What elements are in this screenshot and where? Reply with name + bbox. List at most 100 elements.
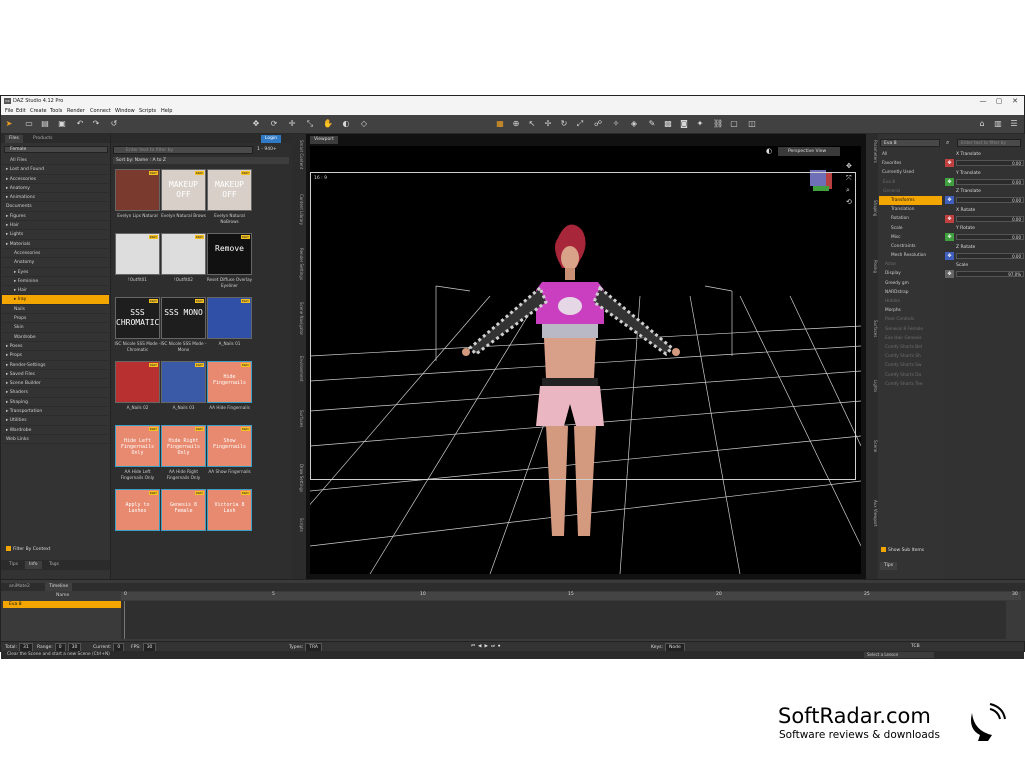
parameter-slider[interactable]: Y Rotate ✥ 0.00 <box>944 226 1025 244</box>
tab-products[interactable]: Products <box>29 135 56 143</box>
joint-icon[interactable]: ✧ <box>611 119 621 129</box>
property-group[interactable]: Comfy Shorts Sh <box>879 352 942 361</box>
timeline-row-eva[interactable]: Eva 8 <box>3 601 121 608</box>
content-item[interactable]: IRAY Evelyn Lips Natural <box>115 169 160 229</box>
tree-item[interactable]: Props <box>2 314 109 324</box>
maximize-button[interactable]: ▢ <box>992 97 1006 105</box>
side-tab[interactable]: Shaping <box>868 200 878 216</box>
tree-item[interactable]: ▸ Utilities <box>2 416 109 426</box>
property-group[interactable]: Mesh Resolution <box>879 251 942 260</box>
tree-item[interactable]: ▸ Iray <box>2 295 109 305</box>
property-group[interactable]: Transforms <box>879 195 942 206</box>
parameter-value[interactable]: 0.00 <box>956 160 1024 166</box>
content-item[interactable]: IRAY Show Fingernails AA Show Fingernails <box>207 425 252 485</box>
undo-icon[interactable]: ↶ <box>75 119 85 129</box>
side-tab[interactable]: Surfaces <box>868 320 878 337</box>
content-item[interactable]: IRAY SSS MONO ISC Nicole SSS Mode - Mono <box>161 297 206 357</box>
tree-item[interactable]: ▸ Feminine <box>2 277 109 287</box>
tree-item[interactable]: ▸ Hair <box>2 221 109 231</box>
content-item[interactable]: IRAY Remove Reset Diffuse Overlay Eyeliner <box>207 233 252 293</box>
workspace-icon[interactable]: ☰ <box>1009 119 1019 129</box>
side-tab[interactable]: Aux Viewport <box>868 500 878 527</box>
side-tab[interactable]: Content Library <box>294 194 304 225</box>
content-item[interactable]: IRAY !Outfit02 <box>161 233 206 293</box>
filter-all[interactable]: All <box>879 150 942 159</box>
parameter-value[interactable]: 97.0% <box>956 271 1024 277</box>
property-group[interactable]: Eva 8 <box>879 178 942 187</box>
menu-file[interactable]: File <box>5 108 13 114</box>
tree-item[interactable]: ▸ Eyes <box>2 268 109 277</box>
orbit-icon[interactable]: ↻ <box>559 119 569 129</box>
side-tab[interactable]: Smart Content <box>294 140 304 169</box>
home-icon[interactable]: ⌂ <box>977 119 987 129</box>
property-group[interactable]: NARDstrap <box>879 288 942 297</box>
content-search-input[interactable]: Enter text to filter by <box>113 146 253 154</box>
property-group[interactable]: Display <box>879 269 942 278</box>
side-tab[interactable]: Parameters <box>868 140 878 163</box>
tree-item[interactable]: ▸ Animations <box>2 193 109 203</box>
rotate-tool-icon[interactable]: ⟳ <box>269 119 279 129</box>
tree-item[interactable]: ▸ Hair <box>2 286 109 296</box>
sort-select[interactable]: Sort by: Name : A to Z <box>113 157 289 164</box>
tree-item[interactable]: Anatomy <box>2 258 109 268</box>
spot-render-icon[interactable]: ✦ <box>695 119 705 129</box>
checkbox-icon[interactable] <box>881 547 886 552</box>
close-button[interactable]: ✕ <box>1008 97 1022 105</box>
lesson-select[interactable]: Select a Lesson <box>864 652 934 658</box>
parameter-slider[interactable]: Z Rotate ✥ 0.00 <box>944 245 1025 263</box>
side-tab[interactable]: Scripts <box>294 518 304 532</box>
tree-item[interactable]: ▸ Transportation <box>2 407 109 417</box>
camera-icon[interactable]: ◙ <box>679 119 689 129</box>
tab-animate2[interactable]: aniMate2 <box>5 583 34 591</box>
move-icon[interactable]: ✢ <box>543 119 553 129</box>
property-group[interactable]: Greedy gm <box>879 279 942 288</box>
tree-item[interactable]: ▸ Scene Builder <box>2 379 109 389</box>
parameter-value[interactable]: 0.00 <box>956 178 1024 185</box>
link-icon[interactable]: ⛓ <box>713 119 723 129</box>
menu-render[interactable]: Render <box>67 108 85 114</box>
parameter-slider[interactable]: Y Translate ✥ 0.00 <box>944 171 1025 189</box>
tree-item[interactable]: Accessories <box>2 249 109 259</box>
parameter-value[interactable]: 0.00 <box>956 234 1024 240</box>
property-group[interactable]: Comfy Shorts Bel <box>879 343 942 352</box>
menu-help[interactable]: Help <box>161 108 172 114</box>
pose-tool-icon[interactable]: ✋ <box>323 119 333 129</box>
tree-item[interactable]: Skin <box>2 323 109 333</box>
parameter-value[interactable]: 0.00 <box>956 252 1024 259</box>
side-tab[interactable]: Lights <box>868 380 878 392</box>
render-icon[interactable]: ◫ <box>747 119 757 129</box>
region-icon[interactable]: ▩ <box>663 119 673 129</box>
menu-edit[interactable]: Edit <box>16 108 26 114</box>
content-item[interactable]: IRAY Hide Right Fingernails Only AA Hide R… <box>161 425 206 485</box>
filter-currently-used[interactable]: Currently Used <box>879 168 942 177</box>
layout-icon[interactable]: ▥ <box>993 119 1003 129</box>
save-icon[interactable]: ▣ <box>57 119 67 129</box>
side-tab[interactable]: Render Settings <box>294 248 304 280</box>
lock-icon[interactable]: ▢ <box>729 119 739 129</box>
surface-icon[interactable]: ◈ <box>629 119 639 129</box>
property-group[interactable]: Comfy Shorts Tee <box>879 380 942 389</box>
tree-item[interactable]: Wardrobe <box>2 333 109 342</box>
content-item[interactable]: IRAY Hide Fingernails AA Hide Fingernails <box>207 361 252 421</box>
content-item[interactable]: IRAY MAKEUP OFF Evelyn Natural Brows <box>161 169 206 229</box>
content-item[interactable]: IRAY MAKEUP OFF Evelyn Natural NoBrows <box>207 169 252 229</box>
tree-item[interactable]: ▸ Saved Files <box>2 370 109 380</box>
property-group[interactable]: Comfy Shorts Sw <box>879 361 942 370</box>
content-item[interactable]: IRAY Victoria 8 Lash <box>207 489 252 549</box>
filter-by-context[interactable]: Filter By Context <box>6 546 50 552</box>
parameter-slider[interactable]: Scale ✥ 97.0% <box>944 263 1025 281</box>
scale-tool-icon[interactable]: ⤡ <box>305 119 315 129</box>
tree-item[interactable]: ▸ Poses <box>2 342 109 352</box>
timeline-track[interactable] <box>121 601 1006 639</box>
content-item[interactable]: IRAY SSS CHROMATIC ISC Nicole SSS Mode - C… <box>115 297 160 357</box>
tab-viewport[interactable]: Viewport <box>310 136 338 144</box>
tree-item-all-files[interactable]: All Files <box>2 156 109 166</box>
checkbox-icon[interactable] <box>6 546 11 551</box>
tree-item[interactable]: ▸ Render-Settings <box>2 361 109 370</box>
parameter-value[interactable]: 0.00 <box>956 197 1024 203</box>
tab-tips[interactable]: Tips <box>5 561 22 569</box>
cursor-icon[interactable]: ↖ <box>527 119 537 129</box>
scale-icon[interactable]: ⤢ <box>575 119 585 129</box>
side-tab[interactable]: Posing <box>868 260 878 273</box>
content-item[interactable]: IRAY Apply to Lashes <box>115 489 160 549</box>
